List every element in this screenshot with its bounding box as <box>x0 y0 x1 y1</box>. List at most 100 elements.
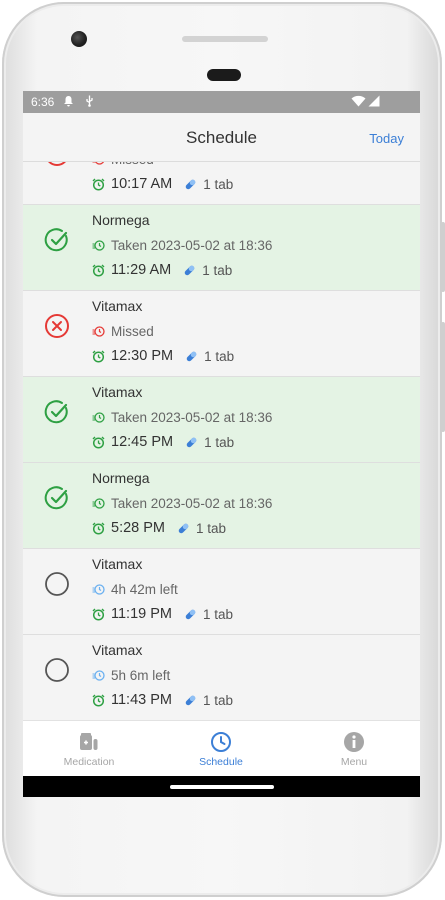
dose-time-row: 12:30 PM 1 tab <box>92 348 234 364</box>
status-clock-icon <box>92 239 105 252</box>
dose-status-text: 5h 6m left <box>111 668 171 683</box>
dose-amount: 1 tab <box>185 349 234 364</box>
schedule-item[interactable]: Vitamax Taken 2023-05-02 at 18:36 12:45 PM… <box>23 377 420 463</box>
nav-schedule[interactable]: Schedule <box>155 721 287 777</box>
dose-time: 10:17 AM <box>111 176 173 192</box>
dose-amount: 1 tab <box>184 177 233 192</box>
power-button <box>441 222 445 292</box>
dose-amount-text: 1 tab <box>196 520 227 536</box>
alarm-clock-icon <box>92 436 105 449</box>
pending-circle-icon[interactable] <box>44 657 70 683</box>
home-handle[interactable] <box>170 785 274 789</box>
dose-time-row: 11:29 AM 1 tab <box>92 262 232 278</box>
pending-circle-icon[interactable] <box>44 571 70 597</box>
wifi-icon <box>351 95 366 110</box>
dose-status-text: Missed <box>111 162 154 167</box>
dose-time: 11:43 PM <box>111 692 172 708</box>
schedule-item[interactable]: Vitamax 5h 6m left 11:43 PM 1 tab <box>23 635 420 720</box>
dose-amount-text: 1 tab <box>204 434 235 450</box>
dose-time-row: 11:43 PM 1 tab <box>92 692 233 708</box>
dose-amount: 1 tab <box>184 693 233 708</box>
dose-status-text: Taken 2023-05-02 at 18:36 <box>111 410 273 425</box>
nav-medication-label: Medication <box>63 756 115 768</box>
dose-time-row: 10:17 AM 1 tab <box>92 176 233 192</box>
usb-icon <box>85 95 94 110</box>
earpiece-speaker <box>182 36 268 42</box>
dose-status: Taken 2023-05-02 at 18:36 <box>92 238 272 253</box>
app-bar: Schedule Today <box>23 113 420 162</box>
medication-name: Normega <box>92 470 150 486</box>
status-clock-icon <box>92 669 105 682</box>
nav-medication[interactable]: Medication <box>23 721 155 777</box>
dose-status-text: Taken 2023-05-02 at 18:36 <box>111 496 273 511</box>
schedule-item[interactable]: Missed 10:17 AM 1 tab <box>23 162 420 205</box>
taken-check-icon[interactable] <box>44 399 70 425</box>
schedule-item[interactable]: Normega Taken 2023-05-02 at 18:36 5:28 PM 1… <box>23 463 420 549</box>
dose-time: 5:28 PM <box>111 520 165 536</box>
medication-name: Vitamax <box>92 556 143 572</box>
dose-status-text: Missed <box>111 324 154 339</box>
dose-status: Taken 2023-05-02 at 18:36 <box>92 410 272 425</box>
speaker-slot <box>207 69 241 81</box>
alarm-clock-icon <box>92 264 105 277</box>
pill-icon <box>184 178 197 191</box>
taken-check-icon[interactable] <box>44 485 70 511</box>
dose-status: 4h 42m left <box>92 582 178 597</box>
bell-icon <box>63 95 74 110</box>
pill-icon <box>183 264 196 277</box>
schedule-item[interactable]: Normega Taken 2023-05-02 at 18:36 11:29 AM… <box>23 205 420 291</box>
dose-amount-text: 1 tab <box>203 176 234 192</box>
dose-status-text: 4h 42m left <box>111 582 178 597</box>
alarm-clock-icon <box>92 694 105 707</box>
dose-amount: 1 tab <box>184 607 233 622</box>
dose-amount-text: 1 tab <box>203 692 234 708</box>
medication-name: Vitamax <box>92 642 143 658</box>
nav-schedule-label: Schedule <box>199 756 243 768</box>
pill-icon <box>177 522 190 535</box>
dose-status: Missed <box>92 324 154 339</box>
clock-icon <box>210 731 232 753</box>
phone-screen: 6:36 Schedule Today Missed10:17 AM1 tabN… <box>23 91 420 797</box>
pill-icon <box>184 608 197 621</box>
taken-check-icon[interactable] <box>44 227 70 253</box>
pill-icon <box>184 694 197 707</box>
dose-amount: 1 tab <box>183 263 232 278</box>
dose-time: 12:45 PM <box>111 434 174 450</box>
schedule-item[interactable]: Vitamax 4h 42m left 11:19 PM 1 tab <box>23 549 420 635</box>
dose-time: 11:19 PM <box>111 606 172 622</box>
page-title: Schedule <box>186 128 257 147</box>
alarm-clock-icon <box>92 608 105 621</box>
dose-time-row: 5:28 PM 1 tab <box>92 520 226 536</box>
status-bar: 6:36 <box>23 91 420 113</box>
status-clock-icon <box>92 162 105 166</box>
alarm-clock-icon <box>92 522 105 535</box>
schedule-list[interactable]: Missed 10:17 AM 1 tab Normega Taken 2023-05-… <box>23 162 420 720</box>
medication-name: Vitamax <box>92 384 143 400</box>
schedule-item[interactable]: Vitamax Missed 12:30 PM 1 tab <box>23 291 420 377</box>
dose-time-row: 12:45 PM 1 tab <box>92 434 234 450</box>
medication-name: Vitamax <box>92 298 143 314</box>
signal-icon <box>368 95 380 110</box>
dose-time: 12:30 PM <box>111 348 174 364</box>
missed-x-icon[interactable] <box>44 313 70 339</box>
status-clock-icon <box>92 411 105 424</box>
system-nav-bar <box>23 776 420 797</box>
front-camera <box>71 31 87 47</box>
dose-amount: 1 tab <box>177 521 226 536</box>
today-button[interactable]: Today <box>369 131 404 146</box>
nav-menu[interactable]: Menu <box>288 721 420 777</box>
dose-status: 5h 6m left <box>92 668 170 683</box>
pill-icon <box>185 436 198 449</box>
dose-amount-text: 1 tab <box>203 606 234 622</box>
nav-menu-label: Menu <box>340 756 368 768</box>
status-time: 6:36 <box>31 95 55 109</box>
alarm-clock-icon <box>92 350 105 363</box>
pill-icon <box>185 350 198 363</box>
dose-amount: 1 tab <box>185 435 234 450</box>
volume-button <box>441 322 445 432</box>
missed-x-icon[interactable] <box>44 162 70 167</box>
status-clock-icon <box>92 497 105 510</box>
schedule-list-content: Missed 10:17 AM 1 tab Normega Taken 2023-05-… <box>23 162 420 720</box>
dose-status: Missed <box>92 162 154 167</box>
info-icon <box>343 731 365 753</box>
